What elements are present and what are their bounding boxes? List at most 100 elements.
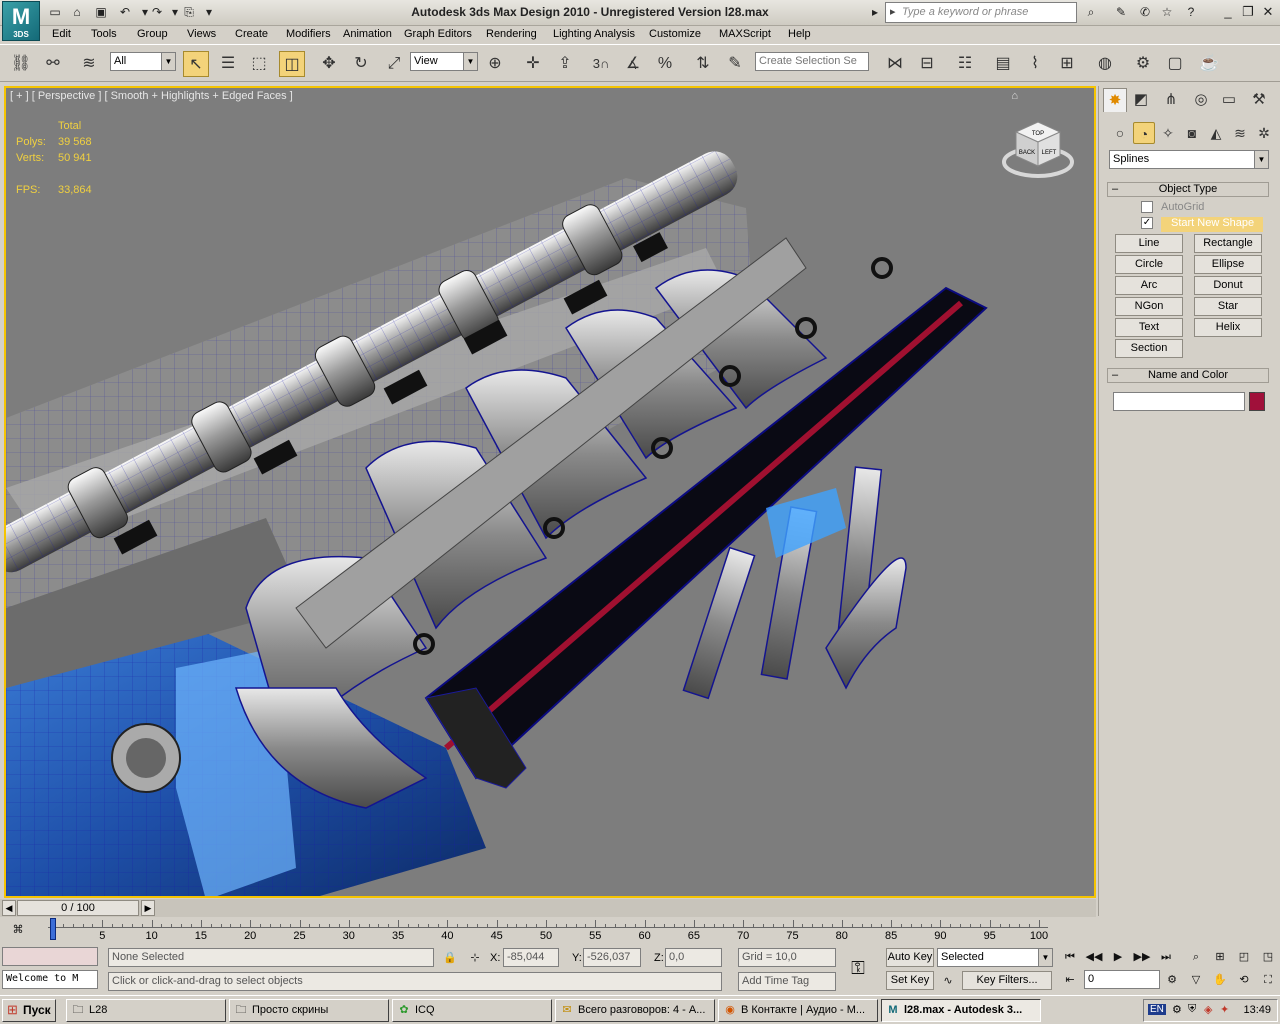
redo-icon[interactable]: ↷ bbox=[148, 3, 166, 21]
tray-antivirus-icon[interactable]: ◈ bbox=[1204, 1003, 1212, 1016]
angle-snap-icon[interactable]: ∡ bbox=[620, 51, 646, 77]
shapes-category-icon[interactable]: ◔ bbox=[1133, 122, 1155, 144]
tray-app-icon[interactable]: ✦ bbox=[1220, 1003, 1229, 1016]
display-tab-icon[interactable]: ▭ bbox=[1217, 88, 1241, 112]
project-folder-icon[interactable]: ⎘ bbox=[180, 3, 198, 21]
time-slider-prev-icon[interactable]: ◀ bbox=[2, 900, 16, 916]
absolute-mode-transform-icon[interactable]: ⊹ bbox=[465, 948, 485, 968]
select-by-name-icon[interactable]: ☰ bbox=[215, 51, 241, 77]
go-to-start-icon[interactable]: ⏮ bbox=[1060, 947, 1080, 967]
menu-lighting-analysis[interactable]: Lighting Analysis bbox=[553, 28, 635, 40]
space-warps-category-icon[interactable]: ≋ bbox=[1229, 122, 1251, 144]
z-coord-input[interactable]: 0,0 bbox=[665, 948, 722, 967]
add-time-tag[interactable]: Add Time Tag bbox=[738, 972, 836, 991]
next-frame-icon[interactable]: ▶▶ bbox=[1132, 947, 1152, 967]
line-button[interactable]: Line bbox=[1115, 234, 1183, 253]
window-crossing-icon[interactable]: ◫ bbox=[279, 51, 305, 77]
tray-firewall-icon[interactable]: ⛨ bbox=[1188, 1003, 1196, 1016]
systems-category-icon[interactable]: ✲ bbox=[1253, 122, 1275, 144]
autogrid-checkbox[interactable] bbox=[1141, 201, 1153, 213]
reference-coordinate-dropdown[interactable]: View ▼ bbox=[410, 52, 478, 71]
menu-graph-editors[interactable]: Graph Editors bbox=[404, 28, 472, 40]
key-mode-toggle-icon[interactable]: ⇤ bbox=[1060, 970, 1080, 990]
graphite-ribbon-icon[interactable]: ▤ bbox=[990, 51, 1016, 77]
select-object-icon[interactable]: ↖ bbox=[183, 51, 209, 77]
render-teapot-icon[interactable]: ☕ bbox=[1196, 51, 1222, 77]
language-indicator[interactable]: EN bbox=[1148, 1004, 1166, 1015]
viewcube[interactable]: TOP BACK LEFT bbox=[1000, 116, 1076, 182]
align-icon[interactable]: ⊟ bbox=[914, 51, 940, 77]
select-manipulate-icon[interactable]: ✛ bbox=[520, 51, 546, 77]
communication-icon[interactable]: ✆ bbox=[1136, 3, 1154, 21]
geometry-category-icon[interactable]: ○ bbox=[1109, 122, 1131, 144]
lights-category-icon[interactable]: ✧ bbox=[1157, 122, 1179, 144]
pan-view-icon[interactable]: ✋ bbox=[1210, 970, 1230, 990]
track-bar[interactable]: ⌘ 05101520253035404550556065707580859095… bbox=[0, 918, 1096, 944]
previous-frame-icon[interactable]: ◀◀ bbox=[1084, 947, 1104, 967]
cameras-category-icon[interactable]: ◙ bbox=[1181, 122, 1203, 144]
menu-customize[interactable]: Customize bbox=[649, 28, 701, 40]
set-key-button[interactable]: Set Key bbox=[886, 971, 934, 990]
mirror-icon[interactable]: ⋈ bbox=[882, 51, 908, 77]
snaps-toggle-icon[interactable]: 3∩ bbox=[588, 51, 614, 77]
taskbar-item-icq[interactable]: ✿ ICQ bbox=[392, 999, 552, 1022]
field-of-view-icon[interactable]: ▽ bbox=[1186, 970, 1206, 990]
current-frame-marker[interactable] bbox=[50, 918, 56, 940]
motion-tab-icon[interactable]: ◎ bbox=[1189, 88, 1213, 112]
link-icon[interactable]: ⛓ bbox=[8, 51, 34, 77]
menu-edit[interactable]: Edit bbox=[52, 28, 71, 40]
keyboard-shortcut-toggle-icon[interactable]: ⇪ bbox=[552, 51, 578, 77]
section-button[interactable]: Section bbox=[1115, 339, 1183, 358]
auto-key-button[interactable]: Auto Key bbox=[886, 948, 934, 967]
save-icon[interactable]: ▣ bbox=[92, 3, 110, 21]
arc-button[interactable]: Arc bbox=[1115, 276, 1183, 295]
helpers-category-icon[interactable]: ◭ bbox=[1205, 122, 1227, 144]
key-mode-dropdown[interactable]: Selected ▼ bbox=[937, 948, 1053, 967]
material-editor-icon[interactable]: ◍ bbox=[1092, 51, 1118, 77]
percent-snap-icon[interactable]: % bbox=[652, 51, 678, 77]
taskbar-item-3dsmax[interactable]: Ml28.max - Autodesk 3... bbox=[881, 999, 1041, 1022]
name-and-color-rollout-header[interactable]: Name and Color bbox=[1107, 368, 1269, 383]
modify-tab-icon[interactable]: ◩ bbox=[1129, 88, 1153, 112]
menu-modifiers[interactable]: Modifiers bbox=[286, 28, 331, 40]
qat-customize-icon[interactable]: ▾ bbox=[200, 3, 218, 21]
edit-named-selection-icon[interactable]: ✎ bbox=[722, 51, 748, 77]
zoom-extents-all-icon[interactable]: ◳ bbox=[1258, 947, 1278, 967]
search-input[interactable]: Type a keyword or phrase bbox=[885, 2, 1077, 23]
minimize-icon[interactable]: _ bbox=[1218, 3, 1238, 21]
play-icon[interactable]: ▶ bbox=[1108, 947, 1128, 967]
current-frame-spinner[interactable]: 0 bbox=[1084, 970, 1160, 989]
menu-maxscript[interactable]: MAXScript bbox=[719, 28, 771, 40]
new-file-icon[interactable]: ▭ bbox=[46, 3, 64, 21]
selection-filter-dropdown[interactable]: All ▼ bbox=[110, 52, 176, 71]
taskbar-item-l28[interactable]: 🗀 L28 bbox=[66, 999, 226, 1022]
viewport-label-menu[interactable]: [ + ] [ Perspective ] [ Smooth + Highlig… bbox=[10, 90, 293, 102]
zoom-extents-icon[interactable]: ◰ bbox=[1234, 947, 1254, 967]
start-new-shape-checkbox[interactable]: ✓ bbox=[1141, 217, 1153, 229]
rendered-frame-window-icon[interactable]: ▢ bbox=[1162, 51, 1188, 77]
y-coord-input[interactable]: -526,037 bbox=[583, 948, 641, 967]
default-in-out-tangents-icon[interactable]: ∿ bbox=[938, 971, 958, 991]
select-move-icon[interactable]: ✥ bbox=[316, 51, 342, 77]
home-icon[interactable]: ⌂ bbox=[1011, 90, 1018, 102]
close-icon[interactable]: ✕ bbox=[1258, 3, 1278, 21]
star-button[interactable]: Star bbox=[1194, 297, 1262, 316]
maximize-viewport-icon[interactable]: ⛶ bbox=[1258, 970, 1278, 990]
start-new-shape-label[interactable]: Start New Shape bbox=[1161, 217, 1263, 232]
helix-button[interactable]: Helix bbox=[1194, 318, 1262, 337]
orbit-icon[interactable]: ⟲ bbox=[1234, 970, 1254, 990]
set-key-key-icon[interactable]: ⚿ bbox=[848, 958, 868, 978]
menu-group[interactable]: Group bbox=[137, 28, 168, 40]
time-slider[interactable]: ◀ 0 / 100 ▶ bbox=[0, 899, 1096, 917]
favorites-star-icon[interactable]: ☆ bbox=[1158, 3, 1176, 21]
maxscript-mini-listener-pink[interactable] bbox=[2, 947, 98, 966]
ngon-button[interactable]: NGon bbox=[1115, 297, 1183, 316]
ellipse-button[interactable]: Ellipse bbox=[1194, 255, 1262, 274]
menu-views[interactable]: Views bbox=[187, 28, 216, 40]
key-filters-button[interactable]: Key Filters... bbox=[962, 971, 1052, 990]
zoom-all-icon[interactable]: ⊞ bbox=[1210, 947, 1230, 967]
binoculars-icon[interactable]: ⌕ bbox=[1082, 3, 1100, 21]
application-button[interactable]: M 3DS bbox=[2, 1, 40, 41]
render-setup-icon[interactable]: ⚙ bbox=[1130, 51, 1156, 77]
time-slider-next-icon[interactable]: ▶ bbox=[141, 900, 155, 916]
